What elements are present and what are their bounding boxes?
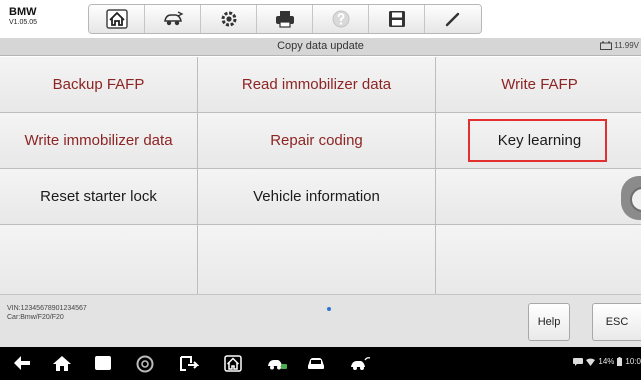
vehicle-info: VIN:12345678901234567 Car:Bmw/F20/F20 [7, 304, 87, 322]
screen-mirror-button[interactable] [179, 355, 199, 372]
car-remote-icon [351, 357, 371, 370]
car-connection-icon [268, 360, 287, 370]
remote-desk-button[interactable] [349, 355, 371, 371]
software-version: V1.05.05 [9, 19, 38, 26]
print-icon [275, 11, 294, 28]
repair-coding-button[interactable]: Repair coding [198, 113, 435, 168]
page-title: Copy data update [277, 40, 364, 52]
reset-starter-lock-button[interactable]: Reset starter lock [0, 169, 197, 224]
vehicle-diagnostics-button[interactable] [306, 355, 326, 371]
empty-cell [436, 169, 641, 224]
battery-voltage: 11.99V [614, 41, 639, 50]
backup-fafp-button[interactable]: Backup FAFP [0, 57, 197, 112]
key-learning-button[interactable]: Key learning [436, 113, 641, 168]
autel-home-icon [224, 355, 242, 372]
wifi-icon [586, 358, 596, 366]
help-toolbar-button[interactable] [313, 5, 369, 33]
battery-percent: 14% [598, 357, 615, 366]
car-battery-icon [600, 41, 613, 50]
android-home-button[interactable] [52, 355, 72, 372]
selection-highlight [468, 119, 607, 162]
settings-button[interactable] [201, 5, 257, 33]
screen-mirror-icon [180, 356, 199, 371]
system-status: 14% 10:0 [573, 357, 641, 366]
clock: 10:0 [625, 357, 641, 366]
car-icon [308, 358, 324, 369]
back-arrow-icon [14, 356, 30, 370]
vin-text: VIN:12345678901234567 [7, 305, 87, 312]
save-button[interactable] [369, 5, 425, 33]
browser-icon [136, 355, 154, 373]
chat-icon [573, 357, 584, 366]
browser-button[interactable] [136, 355, 154, 373]
brand-block: BMW V1.05.05 [9, 6, 37, 27]
toolbar-buttons [88, 4, 482, 34]
page-indicator-dot [327, 307, 331, 311]
brand-name: BMW [9, 6, 37, 18]
write-fafp-button[interactable]: Write FAFP [436, 57, 641, 112]
battery-indicator: 11.99V [600, 41, 639, 50]
write-immobilizer-data-button[interactable]: Write immobilizer data [0, 113, 197, 168]
esc-button[interactable]: ESC [592, 303, 641, 341]
settings-icon [221, 11, 236, 27]
print-button[interactable] [257, 5, 313, 33]
vehicle-swap-button[interactable] [145, 5, 201, 33]
home-button[interactable] [89, 5, 145, 33]
help-circle-icon [332, 10, 349, 28]
empty-cell [198, 225, 435, 297]
home-icon [53, 356, 71, 371]
vehicle-info-bar: VIN:12345678901234567 Car:Bmw/F20/F20 He… [0, 294, 641, 347]
save-icon [388, 11, 405, 27]
autel-home-button[interactable] [224, 355, 242, 372]
read-immobilizer-data-button[interactable]: Read immobilizer data [198, 57, 435, 112]
car-model-text: Car:Bmw/F20/F20 [7, 314, 64, 321]
recent-apps-button[interactable] [94, 355, 112, 371]
battery-icon [617, 357, 623, 366]
pen-button[interactable] [425, 5, 481, 33]
vehicle-information-button[interactable]: Vehicle information [198, 169, 435, 224]
empty-cell [436, 225, 641, 297]
vehicle-swap-icon [163, 11, 183, 26]
help-button[interactable]: Help [528, 303, 570, 341]
pen-icon [445, 12, 460, 27]
home-icon [105, 9, 128, 29]
system-navigation-bar: 14% 10:0 [0, 347, 641, 380]
top-toolbar: BMW V1.05.05 [0, 0, 641, 38]
back-button[interactable] [12, 355, 32, 371]
recent-apps-icon [95, 356, 111, 370]
title-bar: Copy data update 11.99V [0, 38, 641, 56]
vci-status-button[interactable] [266, 355, 288, 371]
empty-cell [0, 225, 197, 297]
function-grid: Backup FAFP Read immobilizer data Write … [0, 57, 641, 297]
